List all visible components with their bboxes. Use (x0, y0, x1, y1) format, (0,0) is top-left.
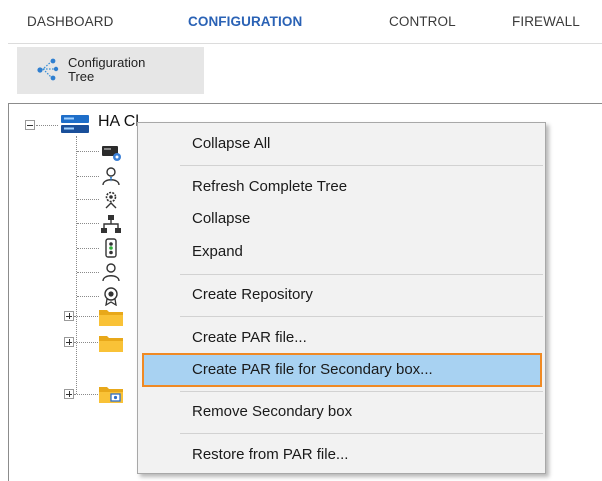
tab-control[interactable]: CONTROL (389, 14, 456, 29)
menu-item-create-par-file[interactable]: Create PAR file... (192, 329, 307, 346)
configuration-tree-label-line1: Configuration (68, 55, 146, 70)
menu-item-create-repository[interactable]: Create Repository (192, 286, 313, 303)
menu-item-expand[interactable]: Expand (192, 243, 243, 260)
tab-firewall[interactable]: FIREWALL (512, 14, 580, 29)
server-icon[interactable] (59, 112, 91, 136)
tree-connector (77, 151, 99, 152)
tab-configuration[interactable]: CONFIGURATION (188, 14, 302, 29)
menu-separator (180, 274, 543, 275)
tree-connector (77, 248, 99, 249)
tree-connector (74, 394, 98, 395)
certificate-icon[interactable] (100, 286, 122, 306)
tree-network-icon (37, 58, 59, 81)
tree-connector (77, 272, 99, 273)
tree-connector (74, 316, 98, 317)
tree-connector (74, 342, 98, 343)
tree-root-label[interactable]: HA Cl (98, 113, 139, 131)
menu-item-collapse-all[interactable]: Collapse All (192, 135, 270, 152)
folder-expand-toggle[interactable] (64, 311, 74, 321)
screenshot-root: DASHBOARD CONFIGURATION CONTROL FIREWALL… (0, 0, 602, 481)
tab-dashboard[interactable]: DASHBOARD (27, 14, 113, 29)
folder-box-icon[interactable] (98, 383, 124, 405)
menu-separator (180, 433, 543, 434)
traffic-light-icon[interactable] (100, 238, 122, 258)
menu-separator (180, 391, 543, 392)
menu-separator (180, 165, 543, 166)
box-settings-icon[interactable] (100, 142, 122, 162)
folder-expand-toggle[interactable] (64, 337, 74, 347)
configuration-tree-label: Configuration Tree (68, 56, 145, 84)
tree-root-collapse-toggle[interactable] (25, 120, 35, 130)
tree-connector (77, 176, 99, 177)
admin-user-icon[interactable] (100, 166, 122, 186)
network-hierarchy-icon[interactable] (100, 214, 122, 234)
menu-item-create-par-file-secondary[interactable]: Create PAR file for Secondary box... (192, 361, 433, 378)
user-icon[interactable] (100, 262, 122, 282)
service-gear-icon[interactable] (100, 190, 122, 210)
configuration-tree-label-line2: Tree (68, 69, 95, 84)
menu-item-collapse[interactable]: Collapse (192, 210, 250, 227)
tabbar-divider (8, 43, 602, 44)
context-menu: Collapse All Refresh Complete Tree Colla… (137, 122, 546, 474)
tree-trunk-line (76, 136, 77, 394)
folder-icon[interactable] (98, 306, 124, 328)
tree-connector (77, 199, 99, 200)
menu-item-restore-from-par[interactable]: Restore from PAR file... (192, 446, 348, 463)
configuration-tree-button[interactable]: Configuration Tree (17, 47, 204, 94)
menu-separator (180, 316, 543, 317)
menu-item-refresh-complete-tree[interactable]: Refresh Complete Tree (192, 178, 347, 195)
tree-connector (77, 296, 99, 297)
tree-connector (36, 125, 58, 126)
folder-icon[interactable] (98, 332, 124, 354)
menu-item-remove-secondary-box[interactable]: Remove Secondary box (192, 403, 352, 420)
folder-expand-toggle[interactable] (64, 389, 74, 399)
tree-connector (77, 223, 99, 224)
